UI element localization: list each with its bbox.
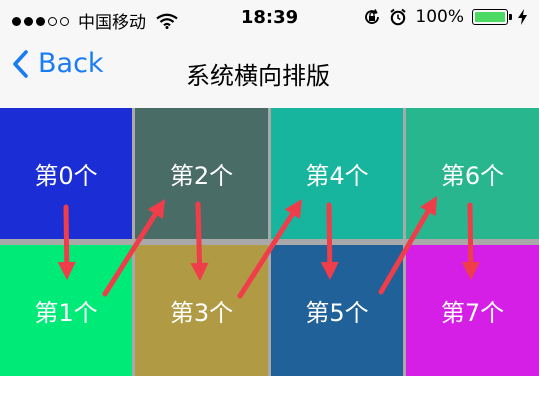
- page-title: 系统横向排版: [186, 62, 330, 90]
- battery-icon: [472, 9, 512, 25]
- orientation-lock-icon: [365, 9, 380, 24]
- battery-percent: 100%: [415, 7, 464, 27]
- status-right: 100%: [363, 7, 527, 27]
- back-label: Back: [38, 48, 104, 79]
- cell-label-1: 第1个: [34, 299, 98, 327]
- grid-cell-0[interactable]: 第0个: [0, 108, 132, 239]
- status-bar: 中国移动 18:39 100%: [0, 0, 539, 36]
- grid-cell-6[interactable]: 第6个: [406, 108, 539, 239]
- grid-cell-3[interactable]: 第3个: [135, 245, 268, 376]
- horizontal-layout-grid: 第0个 第1个 第2个 第3个 第4个 第5个 第6个 第7个: [0, 108, 539, 376]
- cell-label-0: 第0个: [34, 162, 98, 190]
- grid-cell-5[interactable]: 第5个: [271, 245, 403, 376]
- chevron-left-icon: [13, 49, 28, 78]
- grid-cell-1[interactable]: 第1个: [0, 245, 132, 376]
- alarm-icon: [390, 8, 407, 26]
- grid-cell-2[interactable]: 第2个: [135, 108, 268, 239]
- cell-label-5: 第5个: [305, 299, 369, 327]
- cell-label-3: 第3个: [169, 299, 234, 327]
- back-button[interactable]: Back: [12, 48, 104, 79]
- cell-label-7: 第7个: [440, 299, 505, 327]
- cell-label-2: 第2个: [169, 162, 234, 190]
- grid-cell-4[interactable]: 第4个: [271, 108, 403, 239]
- charging-bolt-icon: [518, 9, 527, 25]
- cell-label-6: 第6个: [440, 162, 505, 190]
- cell-label-4: 第4个: [305, 162, 369, 190]
- navigation-bar: Back 系统横向排版: [0, 36, 539, 108]
- grid-cell-7[interactable]: 第7个: [406, 245, 539, 376]
